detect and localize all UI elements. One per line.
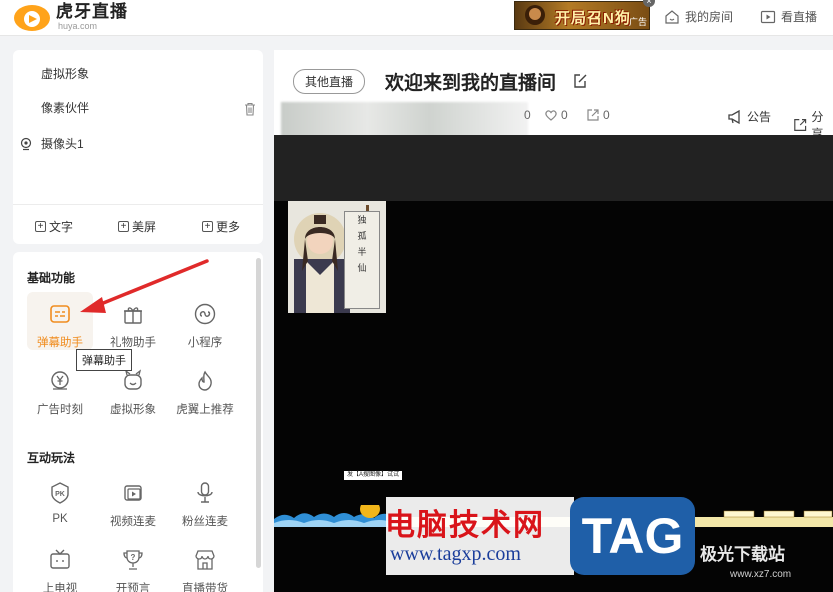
plus-icon: + <box>35 221 46 232</box>
watermark-site-url: www.xz7.com <box>730 569 792 580</box>
red-arrow-icon <box>80 259 209 313</box>
logo-name: 虎牙直播 <box>56 2 128 21</box>
gift-assistant-label: 礼物助手 <box>110 337 156 349</box>
ad-moment-label: 广告时刻 <box>37 404 83 416</box>
banner-flag: 独 孤 半 仙 <box>344 211 380 309</box>
watermark-tag-logo: TAG <box>570 497 695 575</box>
my-room-link[interactable]: 我的房间 <box>664 8 733 25</box>
pk-label: PK <box>52 513 68 525</box>
huya-logo-icon <box>12 2 52 32</box>
blurred-user-info <box>281 102 528 138</box>
stat-shares: 0 <box>586 108 610 122</box>
stat-shares-value: 0 <box>603 108 610 122</box>
watermark-site: 极光下载站 <box>700 545 785 564</box>
stat-likes: 0 <box>544 108 568 122</box>
pk-icon: PK <box>51 482 69 504</box>
share-icon <box>794 119 807 131</box>
danmu-tooltip: 弹幕助手 <box>76 349 132 371</box>
prediction-label: 开预言 <box>115 583 151 592</box>
banner-char-4: 仙 <box>357 263 367 273</box>
prediction-button[interactable]: ? 开预言 <box>100 548 166 592</box>
camera-icon <box>20 137 32 150</box>
live-commerce-label: 直播带货 <box>182 583 228 592</box>
camera-label: 摄像头1 <box>41 137 84 151</box>
notice-button[interactable]: 公告 <box>727 108 771 125</box>
trophy-question-icon: ? <box>123 550 143 570</box>
beauty-button[interactable]: + 美屏 <box>118 218 156 235</box>
watch-live-label: 看直播 <box>781 10 818 24</box>
heart-icon <box>545 110 557 121</box>
on-tv-button[interactable]: 上电视 <box>27 548 93 592</box>
banner-char-1: 独 <box>357 215 367 225</box>
danmu-assistant-label: 弹幕助手 <box>37 337 83 349</box>
room-title: 欢迎来到我的直播间 <box>385 73 557 94</box>
plus-icon: + <box>118 221 129 232</box>
huyi-recommend-label: 虎翼上推荐 <box>176 404 234 416</box>
svg-text:?: ? <box>131 553 136 562</box>
stat-likes-value: 0 <box>561 108 568 122</box>
megaphone-icon <box>728 109 740 124</box>
plus-icon: + <box>202 221 213 232</box>
video-connect-button[interactable]: 视频连麦 <box>100 481 166 529</box>
fan-connect-button[interactable]: 粉丝连麦 <box>172 481 238 529</box>
source-panel: 虚拟形象 像素伙伴 摄像头1 + 文字 + 美屏 + 更多 <box>13 50 263 244</box>
preview-top-area <box>274 135 833 201</box>
virtual-avatar-label: 虚拟形象 <box>110 404 156 416</box>
interactive-section-title: 互动玩法 <box>27 451 76 465</box>
watermark-url: www.tagxp.com <box>390 543 521 565</box>
video-connect-icon <box>124 485 142 501</box>
huya-logo: 虎牙直播 huya.com <box>12 2 128 32</box>
svg-text:PK: PK <box>55 491 65 498</box>
pixel-partner-label: 发【A搜图像】试试 <box>344 471 403 480</box>
add-text-button[interactable]: + 文字 <box>35 218 73 235</box>
flame-icon <box>198 370 212 391</box>
add-text-label: 文字 <box>49 220 74 234</box>
source-item-camera[interactable]: 摄像头1 <box>19 135 84 152</box>
ad-close-button[interactable]: × <box>643 0 655 7</box>
live-commerce-button[interactable]: 直播带货 <box>172 548 238 592</box>
edit-title-icon[interactable] <box>572 73 588 92</box>
top-bar: 虎牙直播 huya.com 开局召N狗 广告 × 我的房间 看直播 <box>0 0 833 36</box>
watermark-cn: 电脑技术网 <box>385 508 545 543</box>
trash-icon[interactable] <box>243 102 257 119</box>
play-icon <box>760 10 776 23</box>
notice-label: 公告 <box>747 110 772 124</box>
on-tv-label: 上电视 <box>42 583 78 592</box>
pk-button[interactable]: PK PK <box>27 481 93 525</box>
watch-live-link[interactable]: 看直播 <box>760 8 817 25</box>
stat-views-value: 0 <box>524 108 531 122</box>
logo-sub: huya.com <box>58 21 98 31</box>
fan-connect-label: 粉丝连麦 <box>182 516 228 528</box>
shop-icon <box>195 550 215 570</box>
stat-views: 0 <box>524 108 531 122</box>
beauty-label: 美屏 <box>132 220 157 234</box>
yen-coin-icon <box>51 371 69 390</box>
banner-char-2: 孤 <box>357 231 367 241</box>
virtual-avatar-icon <box>124 369 142 390</box>
ad-tag: 广告 <box>628 17 647 27</box>
source-item-pixel[interactable]: 像素伙伴 <box>41 99 89 116</box>
feature-panel-scrollbar[interactable] <box>256 258 261 568</box>
ad-banner[interactable]: 开局召N狗 广告 <box>514 1 650 30</box>
ad-text: 开局召N狗 <box>555 10 631 27</box>
divider <box>13 204 263 205</box>
home-icon <box>665 9 679 24</box>
tv-icon <box>50 549 70 569</box>
source-item-virtual[interactable]: 虚拟形象 <box>41 65 89 82</box>
video-connect-label: 视频连麦 <box>110 516 156 528</box>
more-label: 更多 <box>216 220 241 234</box>
ad-moment-button[interactable]: 广告时刻 <box>27 369 93 417</box>
more-button[interactable]: + 更多 <box>202 218 240 235</box>
virtual-avatar-button[interactable]: 虚拟形象 <box>100 369 166 417</box>
microphone-icon <box>197 482 213 503</box>
ad-character-icon <box>525 5 545 25</box>
mini-program-label: 小程序 <box>187 337 223 349</box>
banner-char-3: 半 <box>357 247 367 257</box>
share-small-icon <box>587 109 599 121</box>
my-room-label: 我的房间 <box>685 10 734 24</box>
other-live-button[interactable]: 其他直播 <box>293 69 366 94</box>
huyi-recommend-button[interactable]: 虎翼上推荐 <box>172 369 238 417</box>
